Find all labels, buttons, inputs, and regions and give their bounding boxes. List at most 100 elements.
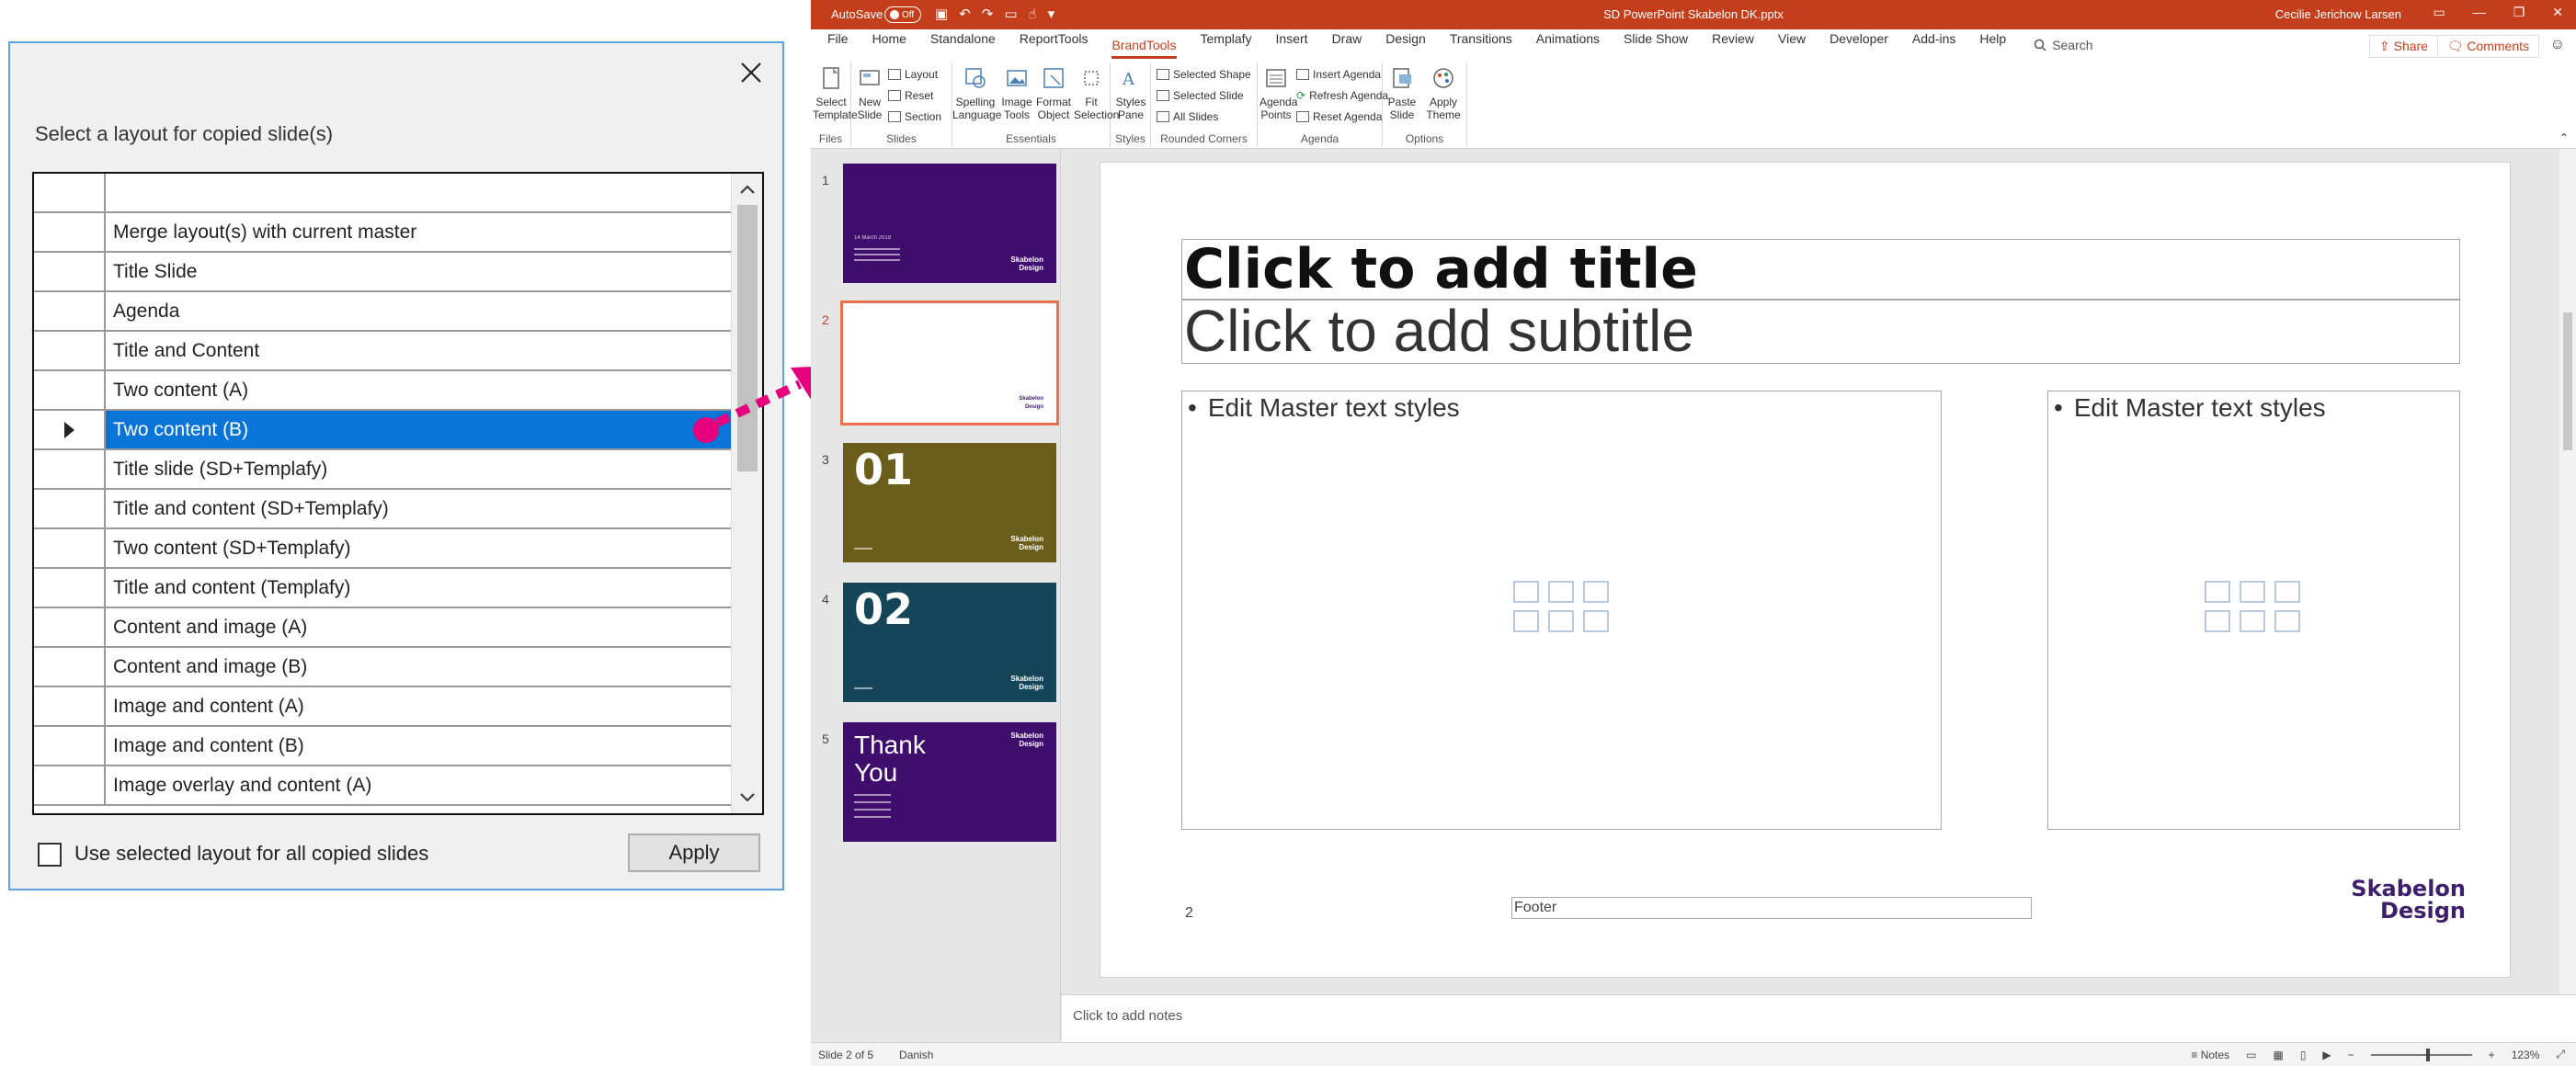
row-header[interactable] bbox=[34, 450, 106, 488]
user-name[interactable]: Cecilie Jerichow Larsen bbox=[2275, 7, 2401, 21]
collapse-ribbon-icon[interactable]: ⌃ bbox=[2559, 131, 2569, 144]
insert-table-icon[interactable] bbox=[2205, 581, 2230, 603]
layout-row[interactable]: Title and content (SD+Templafy) bbox=[34, 490, 733, 529]
zoom-slider[interactable] bbox=[2370, 1048, 2472, 1061]
insert-smartart-icon[interactable] bbox=[1583, 581, 1609, 603]
layout-row[interactable]: Content and image (A) bbox=[34, 608, 733, 648]
menu-tab[interactable]: Design bbox=[1385, 31, 1426, 59]
layout-row[interactable]: Merge layout(s) with current master bbox=[34, 213, 733, 253]
agenda-points-button[interactable]: Agenda Points bbox=[1260, 66, 1297, 121]
layout-button[interactable]: Layout bbox=[888, 68, 938, 81]
grid-scrollbar[interactable] bbox=[731, 174, 762, 813]
new-slide-button[interactable]: New Slide bbox=[855, 66, 884, 121]
close-icon[interactable] bbox=[735, 56, 768, 89]
insert-table-icon[interactable] bbox=[1513, 581, 1539, 603]
paste-slide-button[interactable]: Paste Slide bbox=[1385, 66, 1419, 121]
apply-theme-button[interactable]: Apply Theme bbox=[1423, 66, 1464, 121]
row-header[interactable] bbox=[34, 253, 106, 290]
row-header[interactable] bbox=[34, 292, 106, 330]
layout-row[interactable]: Content and image (B) bbox=[34, 648, 733, 687]
language-indicator[interactable]: Danish bbox=[899, 1049, 933, 1061]
menu-tab[interactable]: Templafy bbox=[1201, 31, 1252, 59]
slide-sorter-icon[interactable]: ▦ bbox=[2273, 1049, 2283, 1061]
format-object-button[interactable]: Format Object bbox=[1035, 66, 1072, 121]
apply-button[interactable]: Apply bbox=[628, 834, 760, 872]
spelling-language-button[interactable]: Spelling Language bbox=[952, 66, 1001, 121]
menu-tab[interactable]: Review bbox=[1712, 31, 1754, 59]
slide-thumbnail[interactable]: 02 Skabelon Design bbox=[843, 583, 1056, 702]
layout-row[interactable]: Two content (B) bbox=[34, 411, 733, 450]
ribbon-display-icon[interactable]: ▭ bbox=[2433, 5, 2445, 20]
section-button[interactable]: Section bbox=[888, 110, 941, 123]
scroll-up-icon[interactable] bbox=[732, 174, 762, 205]
layout-row[interactable]: Image and content (A) bbox=[34, 687, 733, 727]
row-header[interactable] bbox=[34, 332, 106, 369]
image-tools-button[interactable]: Image Tools bbox=[1000, 66, 1033, 121]
row-header[interactable] bbox=[34, 608, 106, 646]
insert-smartart-icon[interactable] bbox=[2274, 581, 2300, 603]
menu-tab[interactable]: Developer bbox=[1829, 31, 1888, 59]
insert-video-icon[interactable] bbox=[1583, 610, 1609, 632]
fit-to-window-icon[interactable]: ⤢ bbox=[2556, 1048, 2565, 1061]
select-template-button[interactable]: Select Template bbox=[813, 66, 858, 121]
feedback-smile-icon[interactable]: ☺ bbox=[2550, 37, 2565, 53]
fit-selection-button[interactable]: Fit Selection bbox=[1074, 66, 1119, 121]
menu-tab[interactable]: Standalone bbox=[930, 31, 996, 59]
notes-pane[interactable]: Click to add notes bbox=[1062, 994, 2576, 1042]
row-header[interactable] bbox=[34, 411, 106, 448]
menu-tab[interactable]: ReportTools bbox=[1020, 31, 1089, 59]
slide-thumbnail[interactable]: 14 March 2019 Skabelon Design bbox=[843, 164, 1056, 283]
row-header[interactable] bbox=[34, 569, 106, 607]
insert-chart-icon[interactable] bbox=[1548, 581, 1574, 603]
insert-chart-icon[interactable] bbox=[2240, 581, 2265, 603]
slide-thumbnail[interactable]: Skabelon Design bbox=[840, 301, 1059, 425]
comments-button[interactable]: 🗨 Comments bbox=[2436, 35, 2539, 58]
normal-view-icon[interactable]: ▭ bbox=[2246, 1049, 2256, 1061]
canvas-scrollbar[interactable] bbox=[2559, 149, 2576, 994]
use-layout-for-all-checkbox[interactable] bbox=[38, 843, 62, 867]
layout-row[interactable]: Title and Content bbox=[34, 332, 733, 371]
all-slides-button[interactable]: All Slides bbox=[1157, 110, 1218, 123]
restore-icon[interactable]: ❐ bbox=[2513, 5, 2525, 20]
row-header[interactable] bbox=[34, 648, 106, 686]
insert-picture-icon[interactable] bbox=[2205, 610, 2230, 632]
refresh-agenda-button[interactable]: ⟳ Refresh Agenda bbox=[1296, 89, 1388, 102]
selected-slide-button[interactable]: Selected Slide bbox=[1157, 89, 1244, 102]
zoom-in-icon[interactable]: + bbox=[2489, 1049, 2495, 1061]
menu-tab[interactable]: Transitions bbox=[1450, 31, 1512, 59]
layout-row[interactable]: Image overlay and content (A) bbox=[34, 766, 733, 806]
insert-agenda-button[interactable]: Insert Agenda bbox=[1296, 68, 1381, 81]
insert-online-picture-icon[interactable] bbox=[1548, 610, 1574, 632]
menu-tab[interactable]: Help bbox=[1979, 31, 2006, 59]
zoom-out-icon[interactable]: − bbox=[2348, 1049, 2354, 1061]
menu-tab[interactable]: Add-ins bbox=[1912, 31, 1955, 59]
row-header[interactable] bbox=[34, 687, 106, 725]
title-placeholder[interactable]: Click to add title bbox=[1181, 239, 2460, 300]
layout-row[interactable]: Image and content (B) bbox=[34, 727, 733, 766]
row-header[interactable] bbox=[34, 727, 106, 765]
slide[interactable]: Click to add title Click to add subtitle… bbox=[1100, 162, 2511, 978]
footer-placeholder[interactable]: Footer bbox=[1511, 897, 2032, 919]
layout-row[interactable]: Title slide (SD+Templafy) bbox=[34, 450, 733, 490]
row-header[interactable] bbox=[34, 766, 106, 804]
slideshow-icon[interactable]: ▶ bbox=[2322, 1049, 2331, 1061]
scroll-down-icon[interactable] bbox=[732, 782, 762, 813]
menu-tab[interactable]: Home bbox=[872, 31, 906, 59]
row-header[interactable] bbox=[34, 371, 106, 409]
share-button[interactable]: ⇪ Share bbox=[2369, 35, 2438, 58]
menu-tab[interactable]: Slide Show bbox=[1624, 31, 1688, 59]
canvas-scroll-thumb[interactable] bbox=[2563, 312, 2572, 450]
layout-grid[interactable]: Merge layout(s) with current master Title… bbox=[32, 172, 764, 815]
layout-row[interactable]: Title and content (Templafy) bbox=[34, 569, 733, 608]
menu-tab[interactable]: Draw bbox=[1332, 31, 1362, 59]
search-box[interactable]: Search bbox=[2034, 38, 2093, 52]
close-window-icon[interactable]: ✕ bbox=[2552, 5, 2563, 20]
right-content-placeholder[interactable]: • Edit Master text styles bbox=[2047, 391, 2460, 830]
row-header[interactable] bbox=[34, 529, 106, 567]
minimize-icon[interactable]: — bbox=[2473, 5, 2486, 20]
insert-video-icon[interactable] bbox=[2274, 610, 2300, 632]
menu-tab[interactable]: View bbox=[1778, 31, 1806, 59]
layout-row[interactable]: Two content (SD+Templafy) bbox=[34, 529, 733, 569]
menu-tab[interactable]: Animations bbox=[1536, 31, 1600, 59]
insert-online-picture-icon[interactable] bbox=[2240, 610, 2265, 632]
